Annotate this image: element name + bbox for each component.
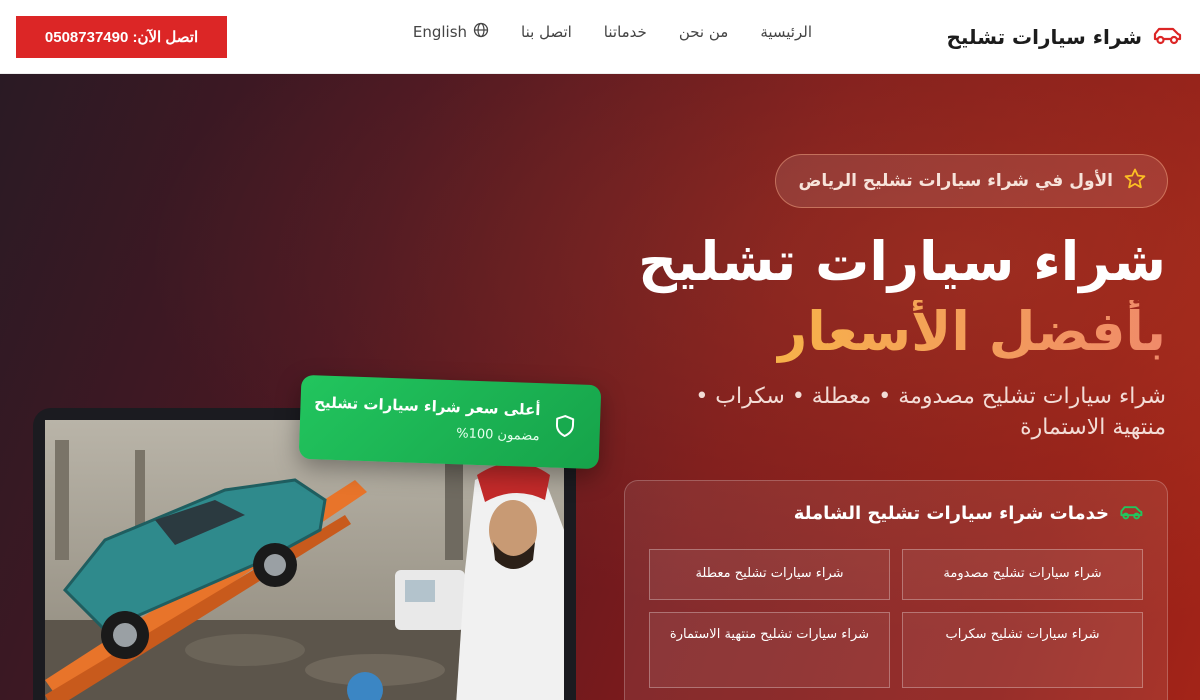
- car-icon: [1152, 25, 1182, 49]
- car-icon: [1119, 504, 1143, 524]
- nav-home[interactable]: الرئيسية: [760, 23, 812, 41]
- call-now-button[interactable]: اتصل الآن: 0508737490: [16, 16, 227, 58]
- service-item-expired-registration[interactable]: شراء سيارات تشليح منتهية الاستمارة: [649, 612, 890, 688]
- service-item-broken[interactable]: شراء سيارات تشليح معطلة: [649, 549, 890, 600]
- guarantee-subtitle: مضمون 100%: [455, 426, 540, 445]
- services-title: خدمات شراء سيارات تشليح الشاملة: [793, 503, 1109, 524]
- nav-about[interactable]: من نحن: [679, 23, 729, 41]
- hero-title: شراء سيارات تشليح: [638, 230, 1166, 293]
- brand-name: شراء سيارات تشليح: [946, 25, 1142, 49]
- hero-badge: الأول في شراء سيارات تشليح الرياض: [775, 154, 1168, 208]
- main-nav: الرئيسية من نحن خدماتنا اتصل بنا English: [413, 22, 812, 42]
- globe-icon: [473, 22, 489, 42]
- hero-title-highlight: بأفضل الأسعار: [776, 300, 1166, 363]
- star-icon: [1123, 167, 1147, 195]
- services-panel: خدمات شراء سيارات تشليح الشاملة شراء سيا…: [624, 480, 1168, 700]
- language-switch[interactable]: English: [413, 22, 489, 42]
- site-header: شراء سيارات تشليح الرئيسية من نحن خدماتن…: [0, 0, 1200, 74]
- badge-text: الأول في شراء سيارات تشليح الرياض: [798, 171, 1113, 191]
- shield-icon: [553, 414, 576, 443]
- brand-logo[interactable]: شراء سيارات تشليح: [946, 20, 1182, 54]
- nav-contact[interactable]: اتصل بنا: [521, 23, 572, 41]
- service-item-damaged[interactable]: شراء سيارات تشليح مصدومة: [902, 549, 1143, 600]
- nav-services[interactable]: خدماتنا: [604, 23, 647, 41]
- guarantee-title: أعلى سعر شراء سيارات تشليح: [313, 393, 541, 420]
- service-item-scrap[interactable]: شراء سيارات تشليح سكراب: [902, 612, 1143, 688]
- hero-subtitle: شراء سيارات تشليح مصدومة • معطلة • سكراب…: [695, 384, 1166, 440]
- services-grid: شراء سيارات تشليح مصدومة شراء سيارات تشل…: [649, 549, 1143, 688]
- hero-section: الأول في شراء سيارات تشليح الرياض شراء س…: [0, 74, 1200, 700]
- guarantee-badge: أعلى سعر شراء سيارات تشليح مضمون 100%: [298, 374, 602, 470]
- language-label: English: [412, 23, 468, 41]
- services-header: خدمات شراء سيارات تشليح الشاملة: [794, 503, 1143, 524]
